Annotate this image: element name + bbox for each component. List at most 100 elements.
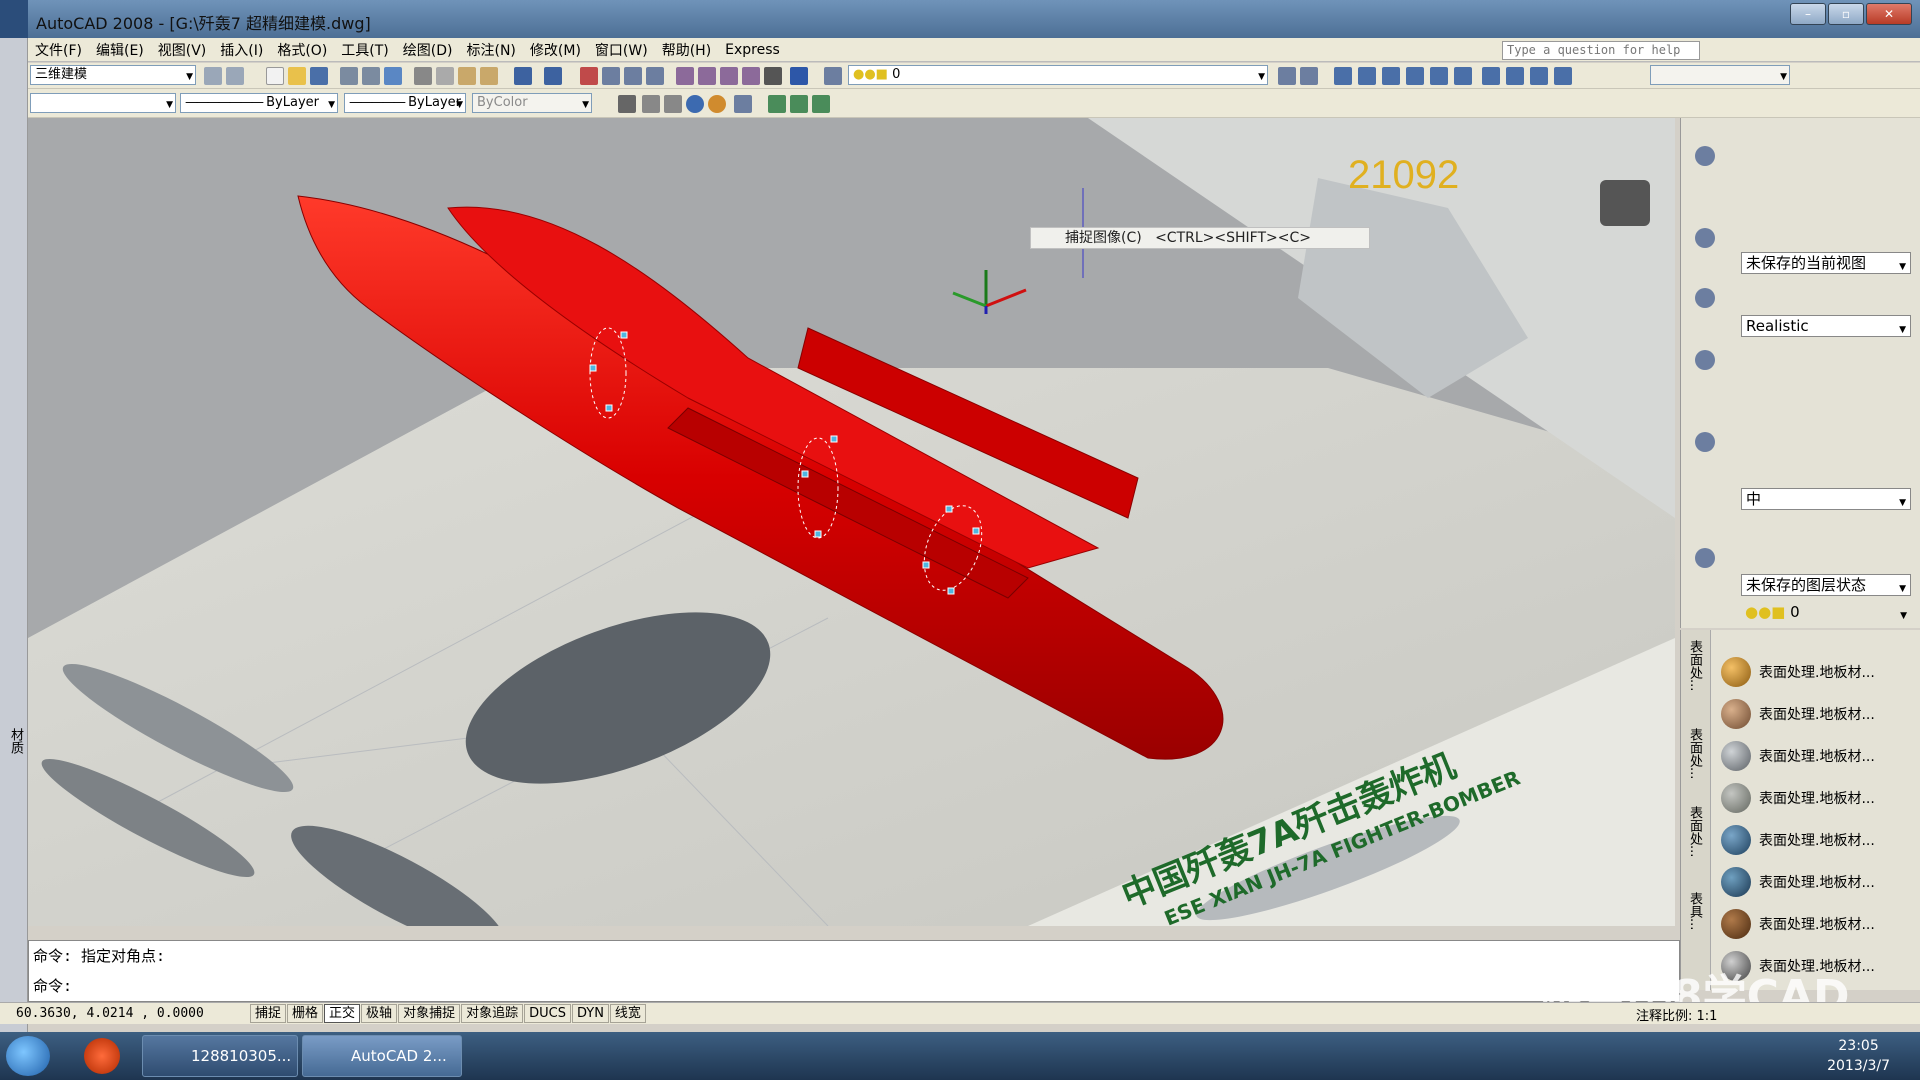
3d-navigate-icon[interactable] bbox=[1695, 228, 1715, 248]
sheet-set-icon[interactable] bbox=[742, 67, 760, 85]
color-select[interactable]: ▼ bbox=[30, 93, 176, 113]
calculator-icon[interactable] bbox=[764, 67, 782, 85]
3d-make-icon[interactable] bbox=[1695, 146, 1715, 166]
zoom-window-icon[interactable] bbox=[624, 67, 642, 85]
preview-icon[interactable] bbox=[362, 67, 380, 85]
plotstyle-select[interactable]: ByColor ▼ bbox=[472, 93, 592, 113]
material-item[interactable]: 表面处理.地板材... bbox=[1721, 736, 1901, 776]
taskbar-item-autocad[interactable]: AutoCAD 2... bbox=[302, 1035, 462, 1077]
annotation-scale[interactable]: 注释比例: 1:1 bbox=[1636, 1005, 1717, 1024]
ortho-toggle[interactable]: 正交 bbox=[324, 1004, 361, 1023]
menu-modify[interactable]: 修改(M) bbox=[523, 40, 588, 60]
material-item[interactable]: 表面处理.地板材... bbox=[1721, 904, 1901, 944]
materials-tab[interactable]: 表面处... bbox=[1685, 806, 1704, 857]
move-icon[interactable] bbox=[768, 95, 786, 113]
wedge-icon[interactable] bbox=[664, 95, 682, 113]
layers-icon[interactable] bbox=[1695, 548, 1715, 568]
menu-window[interactable]: 窗口(W) bbox=[588, 40, 655, 60]
menu-edit[interactable]: 编辑(E) bbox=[89, 40, 151, 60]
open-file-icon[interactable] bbox=[288, 67, 306, 85]
close-button[interactable]: ✕ bbox=[1866, 3, 1912, 25]
help-search-input[interactable]: Type a question for help bbox=[1502, 41, 1700, 60]
dyn-toggle[interactable]: DYN bbox=[571, 1004, 609, 1023]
cut-icon[interactable] bbox=[414, 67, 432, 85]
drawing-viewport[interactable]: 21092 中国歼轰7A歼击轰炸机 ESE XIAN JH-7A FIGHTER… bbox=[28, 118, 1675, 926]
menu-express[interactable]: Express bbox=[718, 42, 787, 58]
menu-help[interactable]: 帮助(H) bbox=[655, 40, 718, 60]
layer-previous-icon[interactable] bbox=[1300, 67, 1318, 85]
zoom-previous-icon[interactable] bbox=[646, 67, 664, 85]
save-icon[interactable] bbox=[310, 67, 328, 85]
material-tab-label[interactable]: 材质 bbox=[6, 728, 25, 754]
sphere-icon[interactable] bbox=[686, 95, 704, 113]
view-front-icon[interactable] bbox=[1358, 67, 1376, 85]
materials-tab[interactable]: 表面处... bbox=[1685, 640, 1704, 691]
paste-icon[interactable] bbox=[458, 67, 476, 85]
visual-style-combo[interactable]: Realistic ▼ bbox=[1741, 315, 1911, 337]
material-item[interactable]: 表面处理.地板材... bbox=[1721, 652, 1901, 692]
design-center-icon[interactable] bbox=[698, 67, 716, 85]
publish-icon[interactable] bbox=[384, 67, 402, 85]
light-level-combo[interactable]: 中 ▼ bbox=[1741, 488, 1911, 510]
view-left-icon[interactable] bbox=[1382, 67, 1400, 85]
view-combo[interactable]: 未保存的当前视图 ▼ bbox=[1741, 252, 1911, 274]
box-icon[interactable] bbox=[642, 95, 660, 113]
menu-insert[interactable]: 插入(I) bbox=[213, 40, 270, 60]
help-icon[interactable] bbox=[790, 67, 808, 85]
layer-manager-icon[interactable] bbox=[824, 67, 842, 85]
properties-icon[interactable] bbox=[676, 67, 694, 85]
redo-icon[interactable] bbox=[544, 67, 562, 85]
layer-state-combo[interactable]: 未保存的图层状态 ▼ bbox=[1741, 574, 1911, 596]
materials-tab[interactable]: 表面处... bbox=[1685, 728, 1704, 779]
menu-tools[interactable]: 工具(T) bbox=[334, 40, 395, 60]
menu-draw[interactable]: 绘图(D) bbox=[396, 40, 460, 60]
otrack-toggle[interactable]: 对象追踪 bbox=[461, 1004, 524, 1023]
view-sw-iso-icon[interactable] bbox=[1430, 67, 1448, 85]
view-se-iso-icon[interactable] bbox=[1454, 67, 1472, 85]
menu-dimension[interactable]: 标注(N) bbox=[460, 40, 523, 60]
material-item[interactable]: 表面处理.地板材... bbox=[1721, 820, 1901, 860]
orbit-icon[interactable] bbox=[1530, 67, 1548, 85]
visual-style-icon[interactable] bbox=[1695, 288, 1715, 308]
camera-icon[interactable] bbox=[1554, 67, 1572, 85]
match-properties-icon[interactable] bbox=[480, 67, 498, 85]
layer-combo[interactable]: ●●■ 0 ▼ bbox=[1741, 602, 1911, 624]
linetype-select[interactable]: ——————— ByLayer ▼ bbox=[180, 93, 338, 113]
view-top-icon[interactable] bbox=[1334, 67, 1352, 85]
system-clock[interactable]: 23:05 2013/3/7 bbox=[1827, 1036, 1890, 1076]
materials-icon[interactable] bbox=[1695, 432, 1715, 452]
make-layer-current-icon[interactable] bbox=[1278, 67, 1296, 85]
taskbar-item-image[interactable]: 128810305... bbox=[142, 1035, 298, 1077]
material-item[interactable]: 表面处理.地板材... bbox=[1721, 862, 1901, 902]
lineweight-toggle[interactable]: 线宽 bbox=[609, 1004, 646, 1023]
polar-toggle[interactable]: 极轴 bbox=[361, 1004, 398, 1023]
material-item[interactable]: 表面处理.地板材... bbox=[1721, 694, 1901, 734]
materials-icon[interactable] bbox=[734, 95, 752, 113]
material-item[interactable]: 表面处理.地板材... bbox=[1721, 778, 1901, 818]
copy-icon[interactable] bbox=[436, 67, 454, 85]
print-icon[interactable] bbox=[340, 67, 358, 85]
new-file-icon[interactable] bbox=[266, 67, 284, 85]
grid-toggle[interactable]: 栅格 bbox=[287, 1004, 324, 1023]
pan-icon[interactable] bbox=[580, 67, 598, 85]
named-view-select[interactable]: ▼ bbox=[1650, 65, 1790, 85]
command-prompt[interactable]: 命令: bbox=[33, 975, 72, 996]
undo-icon[interactable] bbox=[514, 67, 532, 85]
ducs-toggle[interactable]: DUCS bbox=[524, 1004, 571, 1023]
lineweight-select[interactable]: ————— ByLayer ▼ bbox=[344, 93, 466, 113]
render-icon[interactable] bbox=[708, 95, 726, 113]
start-button[interactable] bbox=[6, 1036, 50, 1076]
command-window[interactable]: 命令: 指定对角点: 命令: bbox=[28, 940, 1680, 1002]
layer-select[interactable]: ●●■ 0 ▼ bbox=[848, 65, 1268, 85]
zoom-realtime-icon[interactable] bbox=[602, 67, 620, 85]
osnap-toggle[interactable]: 对象捕捉 bbox=[398, 1004, 461, 1023]
align-icon[interactable] bbox=[812, 95, 830, 113]
menu-format[interactable]: 格式(O) bbox=[270, 40, 334, 60]
snap-toggle[interactable]: 捕捉 bbox=[250, 1004, 287, 1023]
tool-palettes-icon[interactable] bbox=[720, 67, 738, 85]
workspace-save-icon[interactable] bbox=[226, 67, 244, 85]
restore-button[interactable]: ▫ bbox=[1828, 3, 1864, 25]
lights-icon[interactable] bbox=[1695, 350, 1715, 370]
minimize-button[interactable]: – bbox=[1790, 3, 1826, 25]
rotate3d-icon[interactable] bbox=[790, 95, 808, 113]
